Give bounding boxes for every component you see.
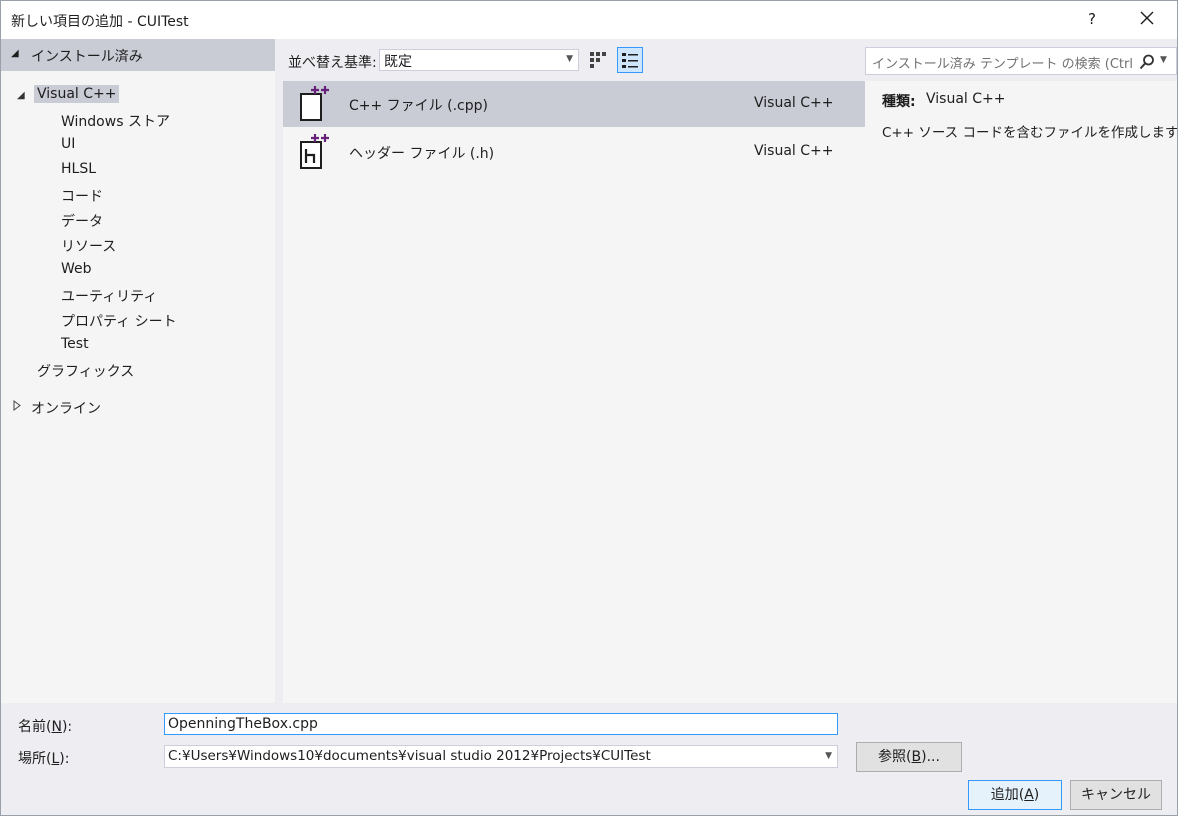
tree-item-resource[interactable]: リソース (61, 236, 116, 256)
name-label: 名前(N): (18, 719, 73, 735)
close-icon[interactable] (1136, 7, 1158, 29)
add-button[interactable]: 追加(A) (968, 780, 1062, 810)
template-item-cpp[interactable]: C++ ファイル (.cpp) Visual C++ (283, 81, 865, 127)
cpp-file-icon (297, 85, 333, 123)
title-bar: 新しい項目の追加 - CUITest ? (1, 1, 1177, 39)
browse-button[interactable]: 参照(B)... (856, 742, 962, 772)
type-label: 種類: (882, 94, 916, 110)
template-details-panel: 種類: Visual C++ C++ ソース コードを含むファイルを作成します。 (865, 81, 1178, 703)
tree-installed-label: インストール済み (31, 49, 143, 65)
cancel-button[interactable]: キャンセル (1070, 780, 1162, 810)
sort-label: 並べ替え基準: (288, 55, 377, 71)
template-name: C++ ファイル (.cpp) (349, 98, 488, 114)
sort-dropdown[interactable]: 既定 ▼ (379, 49, 579, 71)
template-list: C++ ファイル (.cpp) Visual C++ ヘッダー ファイル (.h… (283, 81, 865, 703)
type-value: Visual C++ (926, 91, 1006, 107)
collapse-arrow-icon[interactable]: ◢ (11, 48, 19, 59)
category-tree: ◢ インストール済み ◢ Visual C++ Windows ストア UI H… (1, 39, 275, 703)
name-field[interactable] (164, 713, 838, 735)
tree-item-code[interactable]: コード (61, 186, 103, 206)
tree-item-visual-cpp[interactable]: Visual C++ (34, 85, 120, 103)
tree-item-online[interactable]: オンライン (31, 398, 101, 418)
tree-item-property-sheet[interactable]: プロパティ シート (61, 311, 177, 331)
template-description: C++ ソース コードを含むファイルを作成します。 (882, 125, 1178, 141)
add-new-item-dialog: 新しい項目の追加 - CUITest ? ◢ インストール済み ◢ Visual… (0, 0, 1178, 816)
location-label: 場所(L): (18, 751, 70, 767)
item-form: 名前(N): 場所(L): C:¥Users¥Windows10¥documen… (1, 703, 1177, 815)
small-icons-view-icon[interactable] (587, 49, 609, 71)
chevron-down-icon[interactable]: ▼ (1160, 55, 1167, 65)
search-placeholder: インストール済み テンプレート の検索 (Ctrl+E) (872, 57, 1134, 72)
template-search-input[interactable]: インストール済み テンプレート の検索 (Ctrl+E) ▼ (865, 47, 1177, 75)
expand-arrow-icon[interactable] (13, 400, 21, 414)
tree-item-ui[interactable]: UI (61, 136, 75, 152)
sort-value: 既定 (384, 54, 412, 70)
template-toolbar: 並べ替え基準: 既定 ▼ (275, 39, 865, 81)
tree-item-web[interactable]: Web (61, 261, 92, 277)
window-title: 新しい項目の追加 - CUITest (11, 14, 189, 30)
location-value: C:¥Users¥Windows10¥documents¥visual stud… (168, 748, 651, 764)
template-language: Visual C++ (754, 143, 834, 159)
tree-item-windows-store[interactable]: Windows ストア (61, 111, 170, 131)
chevron-down-icon: ▼ (566, 54, 573, 64)
tree-item-data[interactable]: データ (61, 211, 103, 231)
header-file-icon (297, 133, 333, 171)
collapse-arrow-icon[interactable]: ◢ (17, 90, 25, 101)
location-dropdown[interactable]: C:¥Users¥Windows10¥documents¥visual stud… (164, 745, 838, 768)
tree-item-graphics[interactable]: グラフィックス (37, 361, 134, 381)
chevron-down-icon: ▼ (825, 751, 832, 761)
tree-item-test[interactable]: Test (61, 336, 89, 352)
tree-installed-header[interactable]: ◢ インストール済み (1, 39, 275, 71)
template-language: Visual C++ (754, 95, 834, 111)
search-icon[interactable] (1138, 53, 1156, 71)
template-item-header[interactable]: ヘッダー ファイル (.h) Visual C++ (283, 129, 865, 175)
help-button[interactable]: ? (1085, 10, 1099, 28)
template-name: ヘッダー ファイル (.h) (349, 146, 495, 162)
tree-item-utility[interactable]: ユーティリティ (61, 286, 157, 306)
tree-item-hlsl[interactable]: HLSL (61, 161, 96, 177)
medium-icons-view-icon[interactable] (617, 47, 643, 73)
